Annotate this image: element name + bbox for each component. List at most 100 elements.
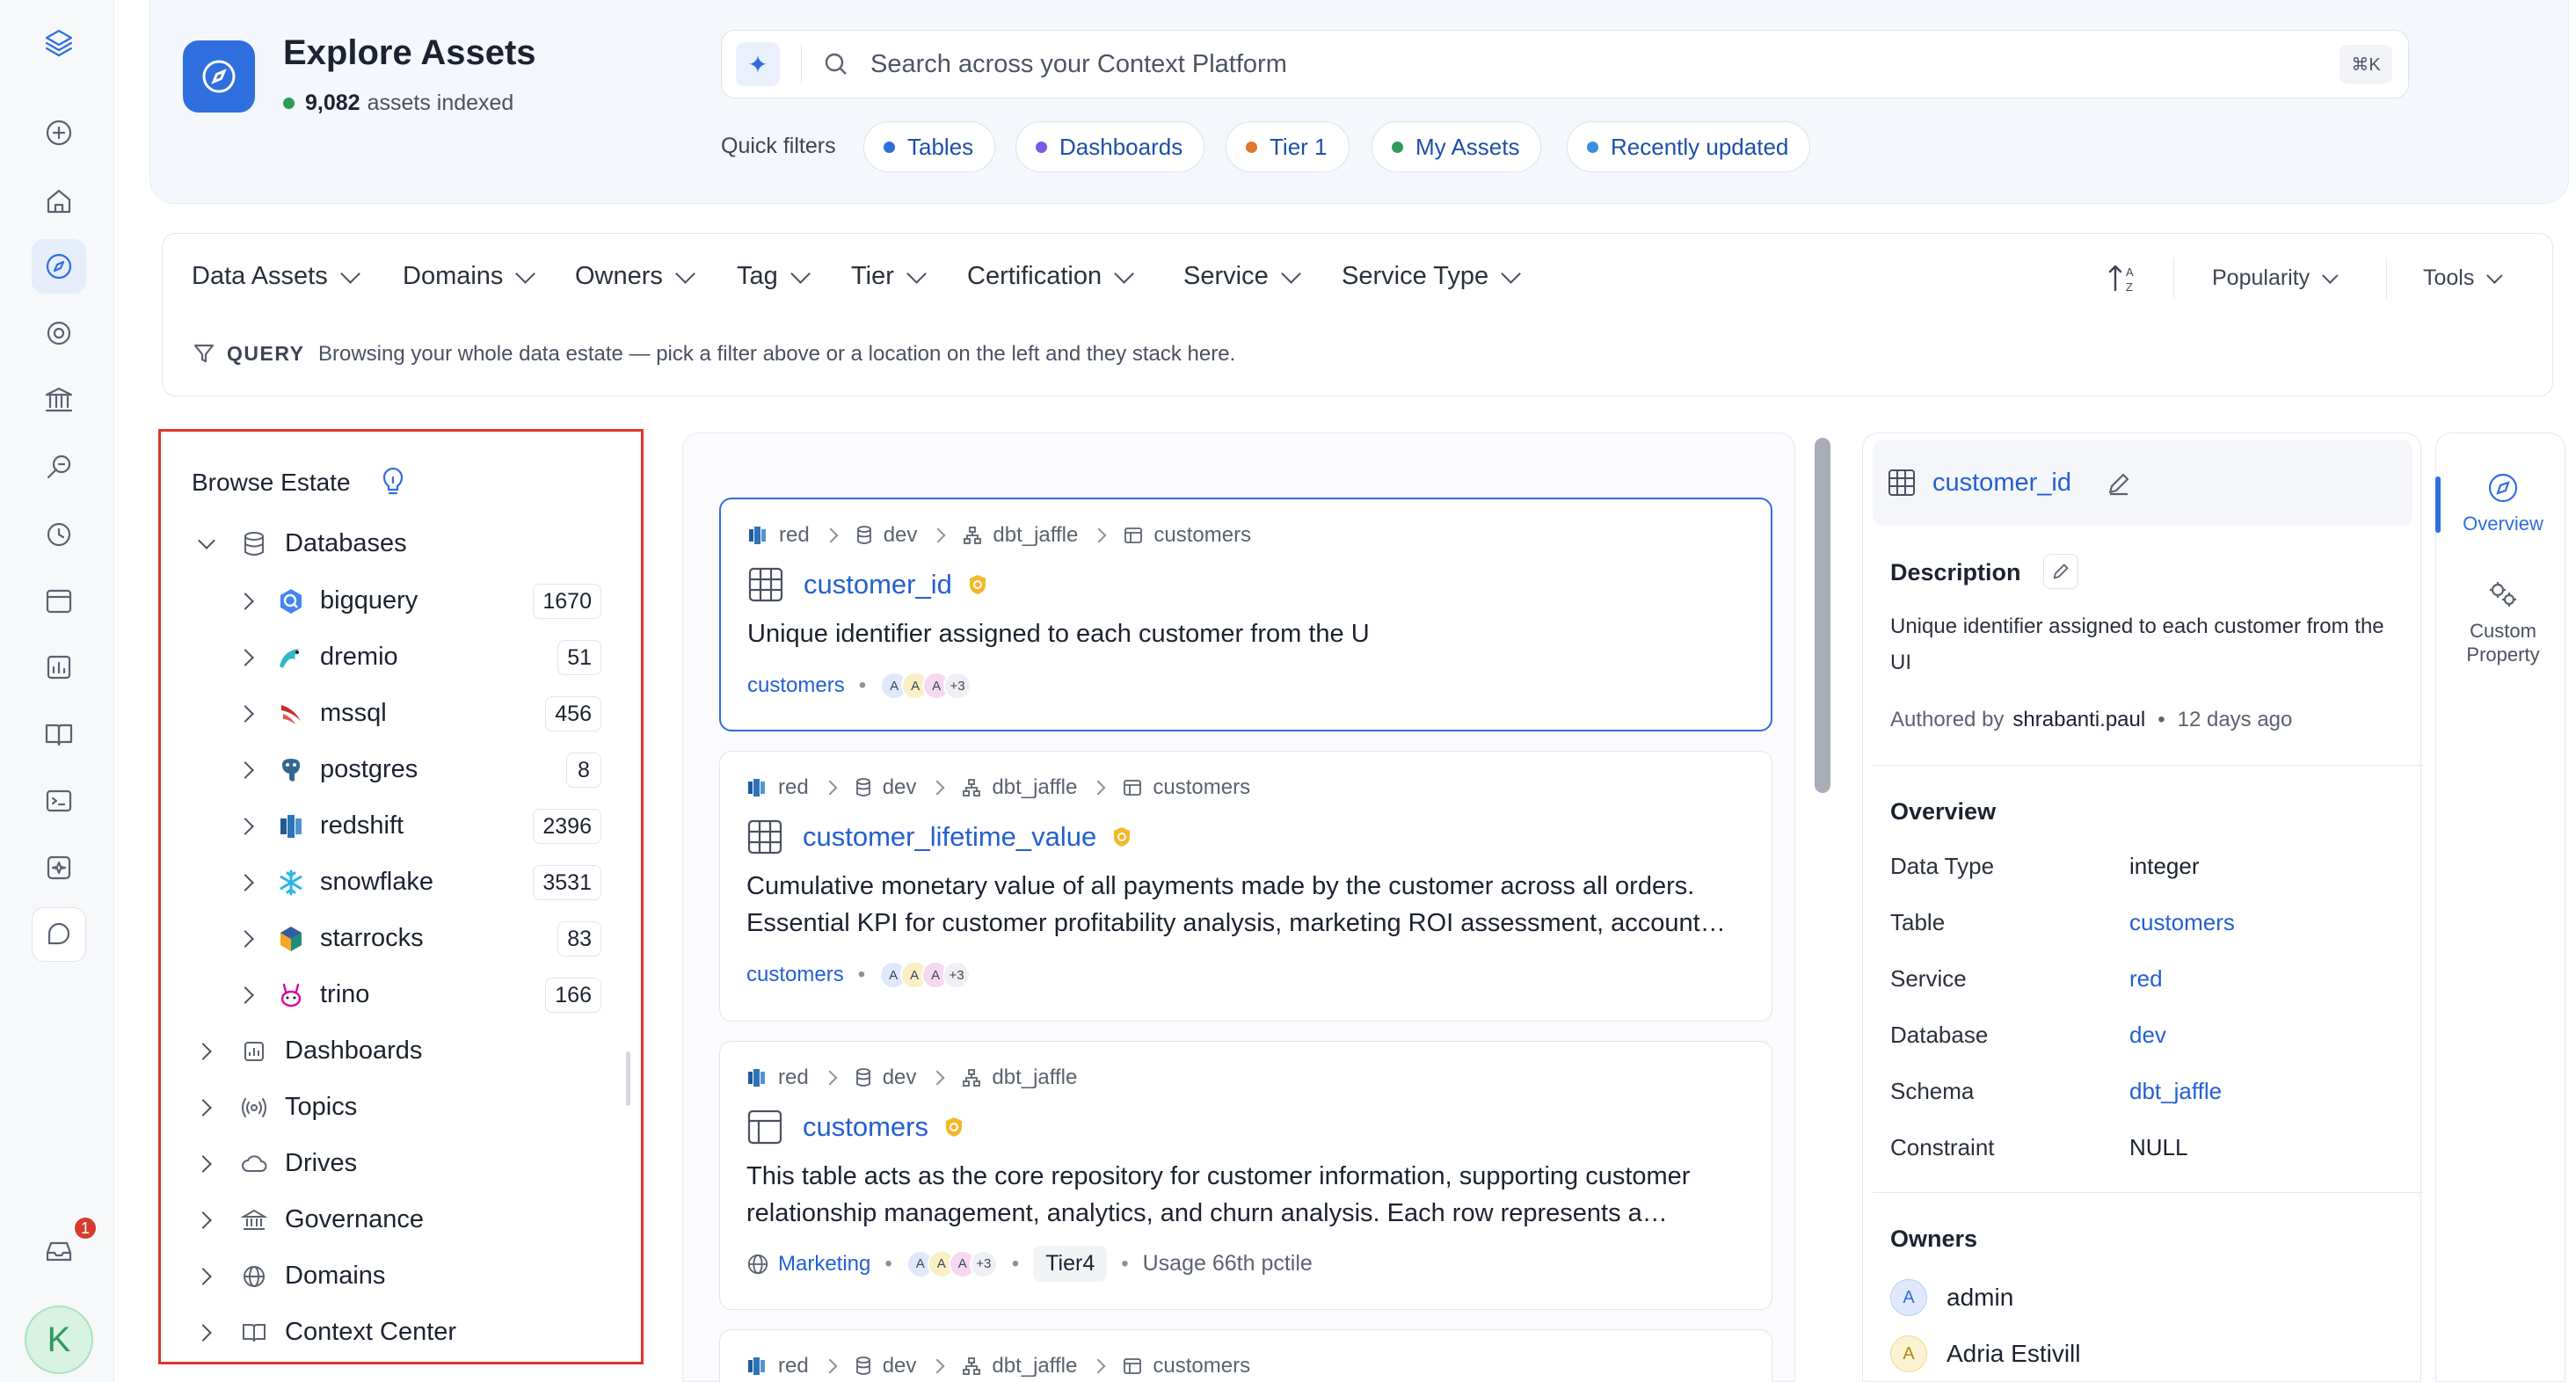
sort-dropdown[interactable]: Popularity xyxy=(2212,265,2339,291)
result-name[interactable]: customers xyxy=(803,1111,928,1143)
tree-item-snowflake[interactable]: snowflake 3531 xyxy=(236,862,601,903)
chevron-right-icon[interactable] xyxy=(236,761,254,779)
crumb[interactable]: customers xyxy=(1153,1354,1250,1378)
facet-certification[interactable]: Certification xyxy=(967,262,1134,291)
observability-icon[interactable] xyxy=(32,506,86,561)
ai-agent-icon[interactable] xyxy=(32,840,86,895)
overview-link[interactable]: customers xyxy=(2129,909,2235,936)
quick-filter-my-assets[interactable]: My Assets xyxy=(1372,121,1542,172)
result-card[interactable]: red dev dbt_jaffle customers xyxy=(719,1329,1772,1382)
chevron-right-icon[interactable] xyxy=(236,705,254,723)
parent-link[interactable]: customers xyxy=(747,673,845,698)
crumb[interactable]: customers xyxy=(1153,775,1250,800)
edit-icon[interactable] xyxy=(2105,469,2133,498)
domain-link[interactable]: Marketing xyxy=(778,1252,870,1277)
owner-name[interactable]: admin xyxy=(1947,1284,2013,1312)
owner-row[interactable]: A Adria Estivill xyxy=(1890,1335,2080,1372)
more-owners-badge[interactable]: +3 xyxy=(943,672,972,700)
crumb[interactable]: customers xyxy=(1153,523,1251,548)
crumb[interactable]: dbt_jaffle xyxy=(992,1354,1077,1378)
add-icon[interactable] xyxy=(32,105,86,160)
chevron-right-icon[interactable] xyxy=(236,986,254,1004)
detail-title[interactable]: customer_id xyxy=(1932,469,2071,498)
quick-filter-dashboards[interactable]: Dashboards xyxy=(1015,121,1205,172)
tree-item-topics[interactable]: Topics xyxy=(193,1087,589,1128)
more-owners-badge[interactable]: +3 xyxy=(969,1249,998,1278)
tree-item-dashboards[interactable]: Dashboards xyxy=(193,1031,589,1072)
chevron-right-icon[interactable] xyxy=(236,930,254,948)
logo-icon[interactable] xyxy=(32,16,86,70)
tree-item-domains[interactable]: Domains xyxy=(193,1256,589,1297)
tree-item-drives[interactable]: Drives xyxy=(193,1144,589,1184)
search-bar[interactable]: ✦ Search across your Context Platform ⌘K xyxy=(721,30,2409,98)
reports-icon[interactable] xyxy=(32,640,86,695)
more-owners-badge[interactable]: +3 xyxy=(942,961,971,989)
overview-link[interactable]: dbt_jaffle xyxy=(2129,1078,2222,1105)
result-card[interactable]: red dev dbt_jaffle customers This table … xyxy=(719,1041,1772,1310)
crumb[interactable]: dev xyxy=(883,1066,917,1090)
tree-item-context-center[interactable]: Context Center xyxy=(193,1313,589,1353)
chevron-right-icon[interactable] xyxy=(194,1211,212,1229)
tree-item-databases[interactable]: Databases xyxy=(193,524,615,564)
crumb[interactable]: red xyxy=(778,1354,809,1378)
glossary-icon[interactable] xyxy=(32,707,86,761)
quick-filter-tier-1[interactable]: Tier 1 xyxy=(1226,121,1350,172)
chevron-right-icon[interactable] xyxy=(236,593,254,610)
facet-service[interactable]: Service xyxy=(1183,262,1301,291)
tier-badge[interactable]: Tier4 xyxy=(1033,1246,1108,1282)
explore-icon[interactable] xyxy=(32,239,86,294)
home-icon[interactable] xyxy=(32,174,86,229)
crumb[interactable]: dev xyxy=(883,775,917,800)
crumb[interactable]: dbt_jaffle xyxy=(992,775,1077,800)
crumb[interactable]: dbt_jaffle xyxy=(993,523,1078,548)
chevron-down-icon[interactable] xyxy=(198,532,215,549)
chevron-right-icon[interactable] xyxy=(194,1155,212,1173)
result-card[interactable]: red dev dbt_jaffle customers customer_li… xyxy=(719,751,1772,1022)
crumb[interactable]: dev xyxy=(883,1354,917,1378)
search-input[interactable]: Search across your Context Platform xyxy=(870,50,2340,79)
tree-item-dremio[interactable]: dremio 51 xyxy=(236,637,601,678)
lightbulb-icon[interactable] xyxy=(380,467,406,497)
tools-dropdown[interactable]: Tools xyxy=(2423,265,2503,291)
facet-owners[interactable]: Owners xyxy=(575,262,695,291)
ai-sparkle-icon[interactable]: ✦ xyxy=(736,42,780,86)
chevron-right-icon[interactable] xyxy=(236,874,254,891)
result-name[interactable]: customer_lifetime_value xyxy=(803,821,1096,853)
tree-scrollbar[interactable] xyxy=(626,1051,630,1106)
terminal-icon[interactable] xyxy=(32,774,86,828)
user-avatar[interactable]: K xyxy=(25,1306,93,1374)
facet-tier[interactable]: Tier xyxy=(851,262,927,291)
facet-tag[interactable]: Tag xyxy=(737,262,811,291)
tree-item-postgres[interactable]: postgres 8 xyxy=(236,750,601,790)
result-title[interactable]: customer_id xyxy=(747,566,987,603)
result-card[interactable]: red dev dbt_jaffle customers customer_id… xyxy=(719,498,1772,731)
tab-overview[interactable]: Overview xyxy=(2441,469,2565,535)
overview-link[interactable]: dev xyxy=(2129,1022,2166,1049)
quick-filter-tables[interactable]: Tables xyxy=(863,121,996,172)
crumb[interactable]: red xyxy=(779,523,810,548)
tree-item-trino[interactable]: trino 166 xyxy=(236,975,601,1015)
chevron-right-icon[interactable] xyxy=(236,649,254,666)
chevron-right-icon[interactable] xyxy=(194,1268,212,1285)
result-name[interactable]: customer_id xyxy=(804,569,952,600)
tree-item-governance[interactable]: Governance xyxy=(193,1200,589,1240)
tab-custom-property[interactable]: Custom Property xyxy=(2441,577,2565,666)
edit-description-button[interactable] xyxy=(2043,554,2078,589)
facet-domains[interactable]: Domains xyxy=(403,262,536,291)
crumb[interactable]: dev xyxy=(884,523,918,548)
results-scrollbar[interactable] xyxy=(1815,438,1830,793)
chevron-right-icon[interactable] xyxy=(236,818,254,835)
crumb[interactable]: dbt_jaffle xyxy=(992,1066,1077,1090)
owner-name[interactable]: Adria Estivill xyxy=(1947,1340,2080,1368)
tree-item-bigquery[interactable]: bigquery 1670 xyxy=(236,581,601,622)
result-title[interactable]: customer_lifetime_value xyxy=(746,818,1132,855)
chevron-right-icon[interactable] xyxy=(194,1099,212,1117)
crumb[interactable]: red xyxy=(778,775,809,800)
chevron-right-icon[interactable] xyxy=(194,1043,212,1060)
tree-item-mssql[interactable]: mssql 456 xyxy=(236,694,601,734)
quick-filter-recently-updated[interactable]: Recently updated xyxy=(1567,121,1811,172)
overview-link[interactable]: red xyxy=(2129,965,2163,993)
tree-item-redshift[interactable]: redshift 2396 xyxy=(236,806,601,847)
author-name[interactable]: shrabanti.paul xyxy=(2012,708,2145,732)
chat-icon[interactable] xyxy=(32,907,86,962)
